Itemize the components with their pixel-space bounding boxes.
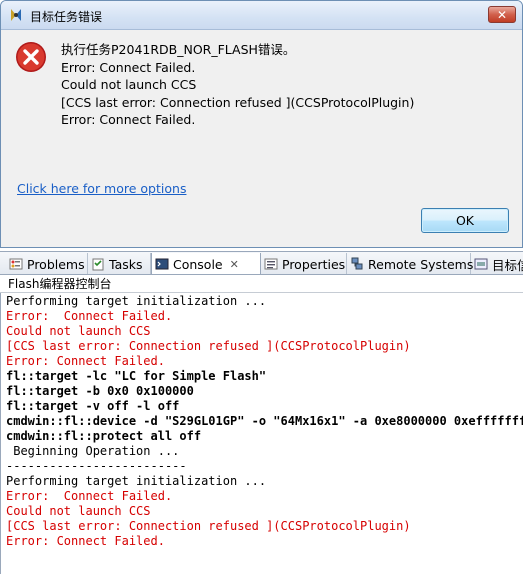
message-line: Could not launch CCS	[61, 77, 197, 92]
app-logo-icon	[8, 7, 24, 23]
message-line: [CCS last error: Connection refused ](CC…	[61, 94, 415, 110]
console-line: Beginning Operation ...	[6, 444, 180, 458]
properties-icon	[264, 257, 278, 271]
console-line: fl::target -lc "LC for Simple Flash"	[6, 369, 267, 383]
tab-label: Tasks	[109, 256, 143, 272]
error-icon	[15, 41, 47, 73]
view-border	[0, 276, 1, 574]
tab-properties[interactable]: Properties	[261, 253, 347, 274]
tab-problems[interactable]: Problems	[6, 253, 88, 274]
console-line: -------------------------	[6, 459, 187, 473]
console-line: [CCS last error: Connection refused ](CC…	[6, 519, 411, 533]
console-line: fl::target -b 0x0 0x100000	[6, 384, 194, 398]
console-line: cmdwin::fl::device -d "S29GL01GP" -o "64…	[6, 414, 523, 428]
console-title: Flash编程器控制台	[0, 276, 523, 293]
console-line: [CCS last error: Connection refused ](CC…	[6, 339, 411, 353]
tab-target-info[interactable]: 目标信	[471, 253, 523, 274]
message-line: Error: Connect Failed.	[61, 59, 196, 75]
more-options-link[interactable]: Click here for more options	[17, 181, 186, 196]
target-info-icon	[474, 257, 488, 271]
problems-icon	[9, 257, 23, 271]
console-line: Error: Connect Failed.	[6, 489, 173, 503]
tab-tasks[interactable]: Tasks	[88, 253, 151, 274]
remote-systems-icon	[350, 257, 364, 271]
ok-button[interactable]: OK	[421, 208, 509, 233]
error-message: 执行任务P2041RDB_NOR_FLASH错误。 Error: Connect…	[61, 41, 414, 129]
console-line: Performing target initialization ...	[6, 474, 267, 488]
close-button[interactable]: ✕	[488, 6, 516, 23]
console-icon	[155, 257, 169, 271]
tasks-icon	[91, 257, 105, 271]
close-icon[interactable]: ✕	[230, 258, 239, 271]
console-line: Could not launch CCS	[6, 504, 151, 518]
error-dialog: 目标任务错误 ✕ 执行任务P2041RDB_NOR_FLASH错误。 Error…	[0, 0, 523, 248]
dialog-titlebar[interactable]: 目标任务错误 ✕	[1, 1, 522, 30]
dialog-title: 目标任务错误	[30, 10, 103, 24]
tab-label: 目标信	[492, 257, 523, 273]
view-tab-bar: Problems Tasks Console ✕ Properties Remo…	[0, 251, 523, 275]
console-line: Error: Connect Failed.	[6, 354, 165, 368]
console-output[interactable]: Performing target initialization ... Erro…	[6, 294, 523, 568]
console-line: cmdwin::fl::protect all off	[6, 429, 202, 443]
console-line: fl::target -v off -l off	[6, 399, 180, 413]
console-line: Performing target initialization ...	[6, 294, 267, 308]
close-icon: ✕	[496, 7, 508, 22]
message-line: Error: Connect Failed.	[61, 112, 196, 127]
tab-console[interactable]: Console ✕	[151, 253, 261, 274]
tab-label: Console	[173, 256, 223, 272]
console-line: Could not launch CCS	[6, 324, 151, 338]
console-line: Error: Connect Failed.	[6, 534, 165, 548]
console-line: Error: Connect Failed.	[6, 309, 173, 323]
tab-label: Remote Systems	[368, 256, 474, 272]
tab-label: Properties	[282, 256, 346, 272]
message-line: 执行任务P2041RDB_NOR_FLASH错误。	[61, 42, 296, 57]
tab-remote-systems[interactable]: Remote Systems	[347, 253, 474, 274]
tab-label: Problems	[27, 256, 85, 272]
